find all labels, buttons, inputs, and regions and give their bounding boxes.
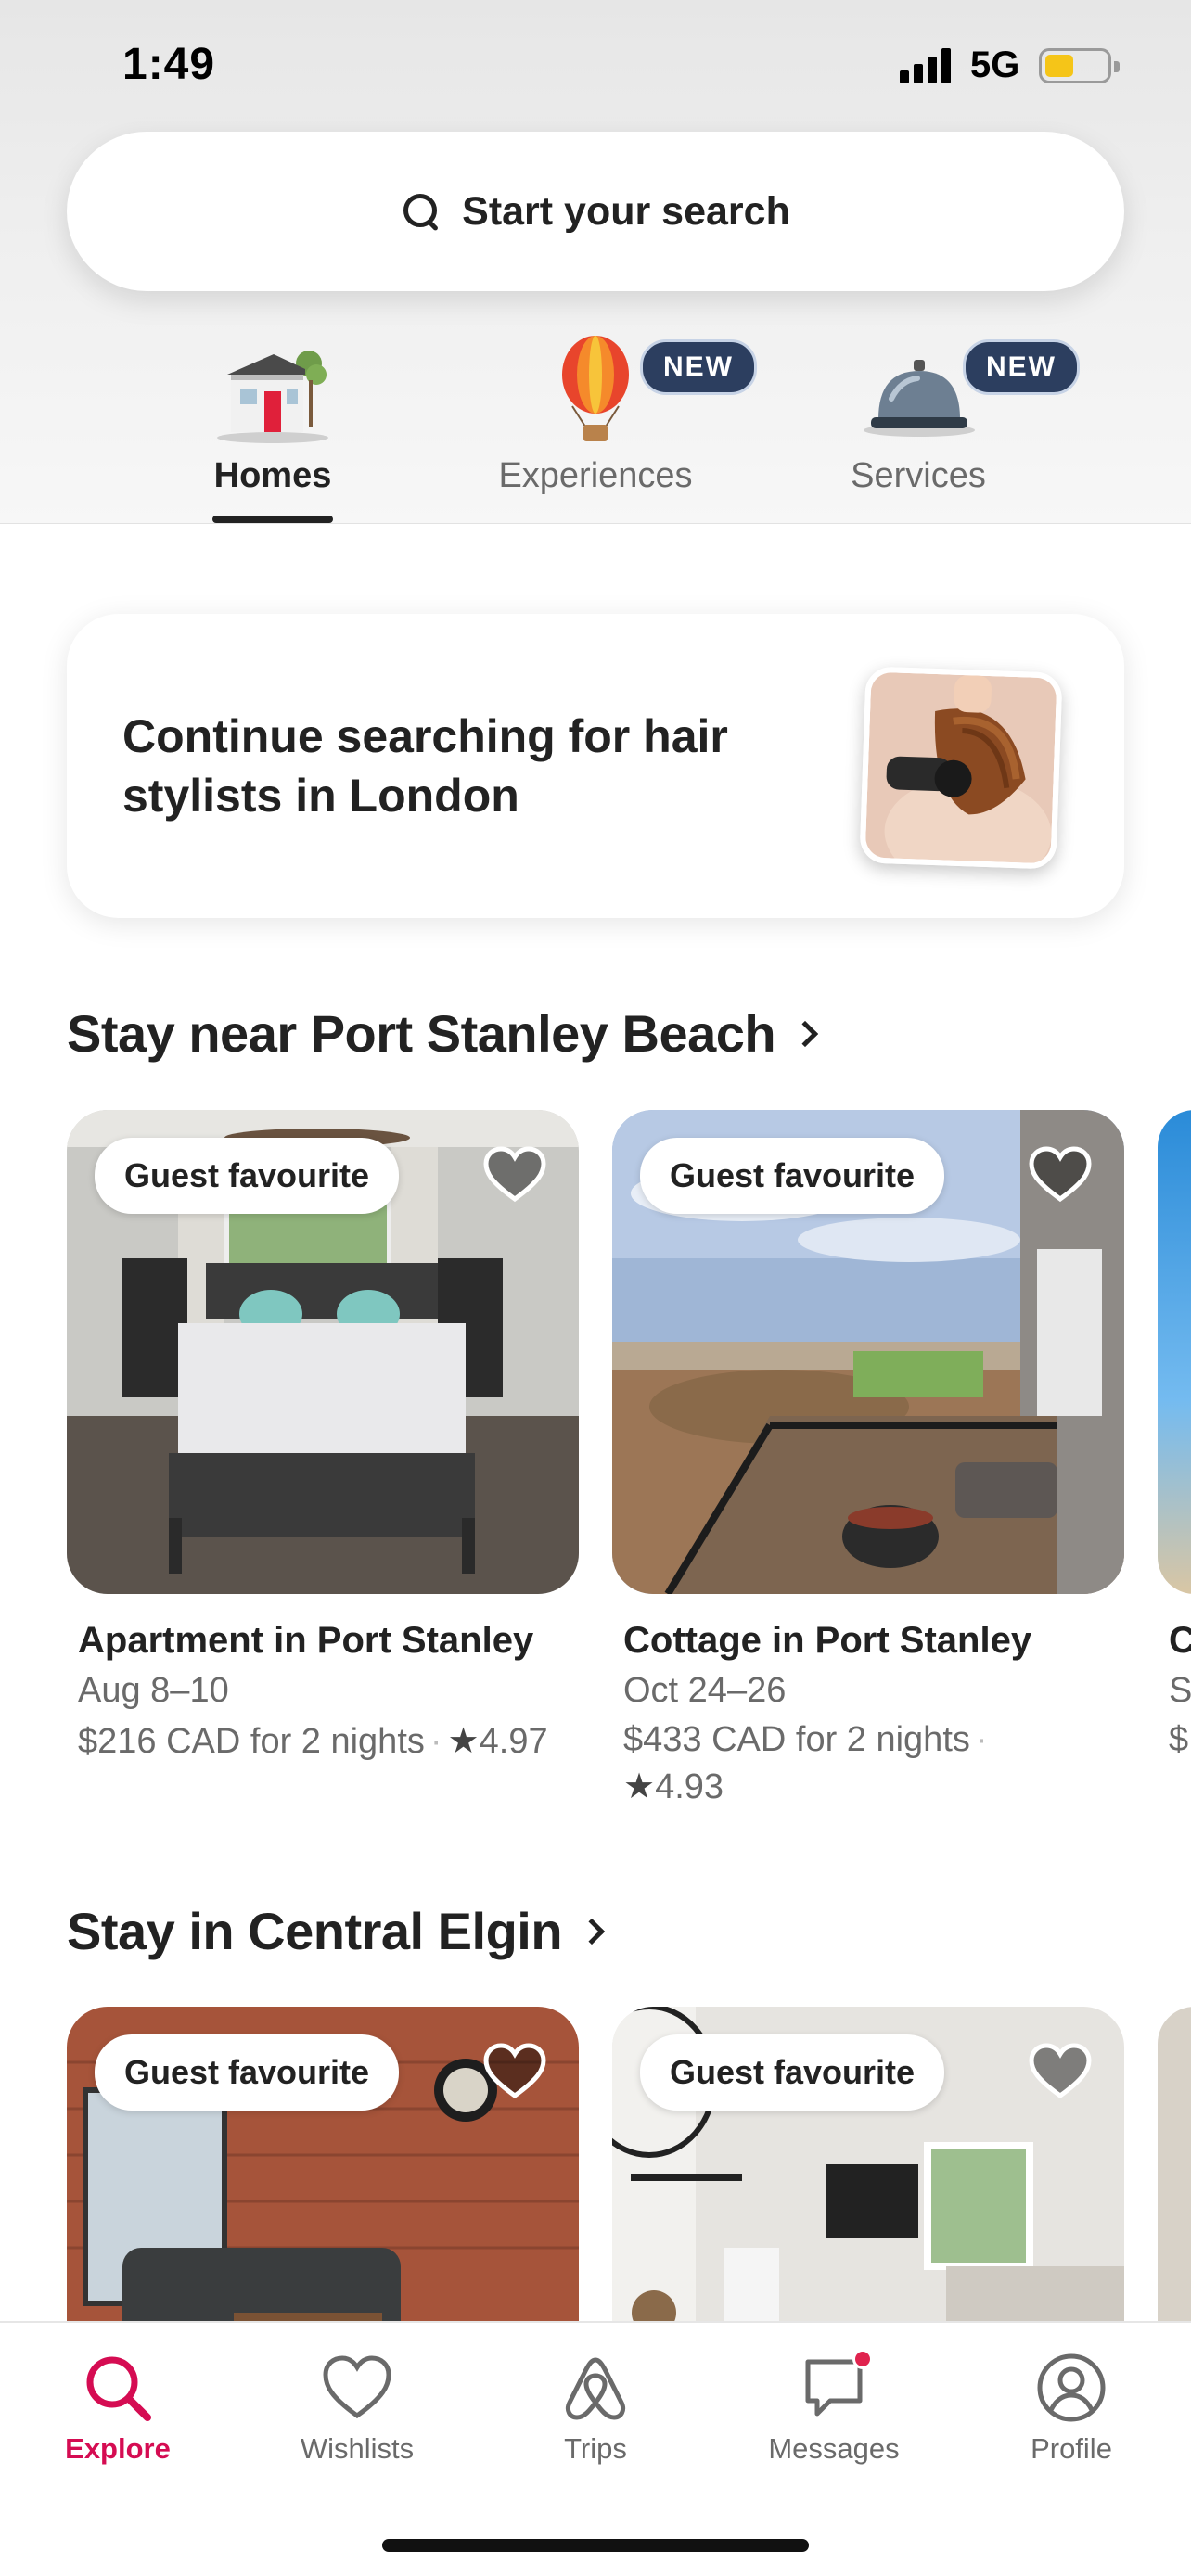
guest-favourite-badge: Guest favourite xyxy=(95,1138,400,1214)
nav-wishlists-label: Wishlists xyxy=(300,2432,415,2465)
airbnb-logo-icon xyxy=(558,2351,633,2425)
nav-profile[interactable]: Profile xyxy=(969,2351,1173,2466)
nav-explore[interactable]: Explore xyxy=(16,2351,220,2466)
listing-price-text: $216 CAD for 2 nights xyxy=(78,1722,425,1761)
tab-homes[interactable]: Homes xyxy=(124,334,421,523)
continue-searching-text: Continue searching for hair stylists in … xyxy=(122,710,728,822)
heart-icon[interactable] xyxy=(1028,2042,1093,2101)
nav-trips-label: Trips xyxy=(564,2432,627,2465)
nav-messages-label: Messages xyxy=(768,2432,900,2465)
listing-title: Cottage in Port Stanley xyxy=(623,1620,1032,1661)
hair-stylist-photo xyxy=(859,666,1063,870)
nav-messages[interactable]: Messages xyxy=(732,2349,936,2466)
star-icon: ★ xyxy=(623,1767,656,1806)
listing-rating-line: ★4.93 xyxy=(612,1766,1124,1807)
listing-price: $216 CAD for 2 nights · ★4.97 xyxy=(78,1722,548,1761)
bottom-nav: Explore Wishlists Trips Messages Profile xyxy=(0,2321,1191,2576)
experiences-new-badge: NEW xyxy=(640,339,757,395)
listing-title: C xyxy=(1169,1620,1191,1661)
tab-homes-label: Homes xyxy=(213,456,332,495)
section-title-central-elgin[interactable]: Stay in Central Elgin xyxy=(67,1901,606,1961)
continue-searching-card[interactable]: Continue searching for hair stylists in … xyxy=(67,614,1124,918)
category-tabs: Homes Experiences NEW Services NEW xyxy=(0,334,1191,524)
search-icon xyxy=(401,191,442,232)
header-area: 1:49 5G Start your search Homes Experien… xyxy=(0,0,1191,524)
guest-favourite-badge: Guest favourite xyxy=(640,2034,945,2111)
tab-services-label: Services xyxy=(851,456,986,495)
heart-icon[interactable] xyxy=(482,1145,547,1205)
heart-icon[interactable] xyxy=(1028,1145,1093,1205)
tab-experiences-label: Experiences xyxy=(498,456,693,495)
nav-wishlists[interactable]: Wishlists xyxy=(255,2351,459,2466)
status-bar: 1:49 5G xyxy=(0,0,1191,130)
listing-price: $ xyxy=(1169,1720,1189,1759)
listing-photo xyxy=(1158,1110,1191,1594)
battery-icon xyxy=(1039,48,1120,83)
chevron-right-icon xyxy=(578,1918,606,1945)
signal-icon xyxy=(900,48,954,83)
listing-card[interactable]: Guest favourite Cottage in Port Stanley … xyxy=(612,1110,1124,1807)
home-indicator xyxy=(382,2539,809,2552)
active-tab-indicator xyxy=(212,516,333,523)
listing-photo[interactable]: Guest favourite xyxy=(612,1110,1124,1594)
star-icon: ★ xyxy=(447,1722,480,1761)
search-bar[interactable]: Start your search xyxy=(67,132,1124,291)
heart-icon[interactable] xyxy=(482,2042,547,2101)
nav-explore-label: Explore xyxy=(65,2432,171,2465)
profile-icon xyxy=(1034,2351,1108,2425)
chevron-right-icon xyxy=(791,1020,819,1047)
listing-dates: Oct 24–26 xyxy=(623,1671,787,1710)
house-icon xyxy=(212,334,333,445)
listing-dates: S xyxy=(1169,1671,1191,1710)
section-title-port-stanley[interactable]: Stay near Port Stanley Beach xyxy=(67,1003,819,1064)
listing-price: $433 CAD for 2 nights · xyxy=(623,1720,988,1759)
guest-favourite-badge: Guest favourite xyxy=(640,1138,945,1214)
listing-photo[interactable]: Guest favourite xyxy=(67,1110,579,1594)
listing-rating: 4.97 xyxy=(479,1722,548,1761)
listing-card-peek[interactable]: C S $ xyxy=(1158,1110,1191,1815)
status-time: 1:49 xyxy=(122,40,216,89)
message-icon xyxy=(797,2349,873,2425)
guest-favourite-badge: Guest favourite xyxy=(95,2034,400,2111)
search-label: Start your search xyxy=(462,188,790,234)
services-new-badge: NEW xyxy=(963,339,1080,395)
listing-rating: 4.93 xyxy=(655,1767,724,1806)
heart-icon xyxy=(320,2351,394,2425)
search-icon xyxy=(81,2351,155,2425)
unread-dot xyxy=(852,2349,873,2369)
nav-trips[interactable]: Trips xyxy=(493,2351,698,2466)
nav-profile-label: Profile xyxy=(1031,2432,1112,2465)
network-label: 5G xyxy=(970,45,1020,85)
listing-dates: Aug 8–10 xyxy=(78,1671,229,1710)
service-bell-icon xyxy=(858,334,979,445)
listing-price-text: $433 CAD for 2 nights xyxy=(623,1720,970,1759)
listing-photo xyxy=(1158,2007,1191,2322)
listing-title: Apartment in Port Stanley xyxy=(78,1620,534,1661)
hot-air-balloon-icon xyxy=(535,334,656,445)
listing-card-peek[interactable] xyxy=(1158,2007,1191,2322)
listing-card[interactable]: Guest favourite Apartment in Port Stanle… xyxy=(67,1110,579,1762)
